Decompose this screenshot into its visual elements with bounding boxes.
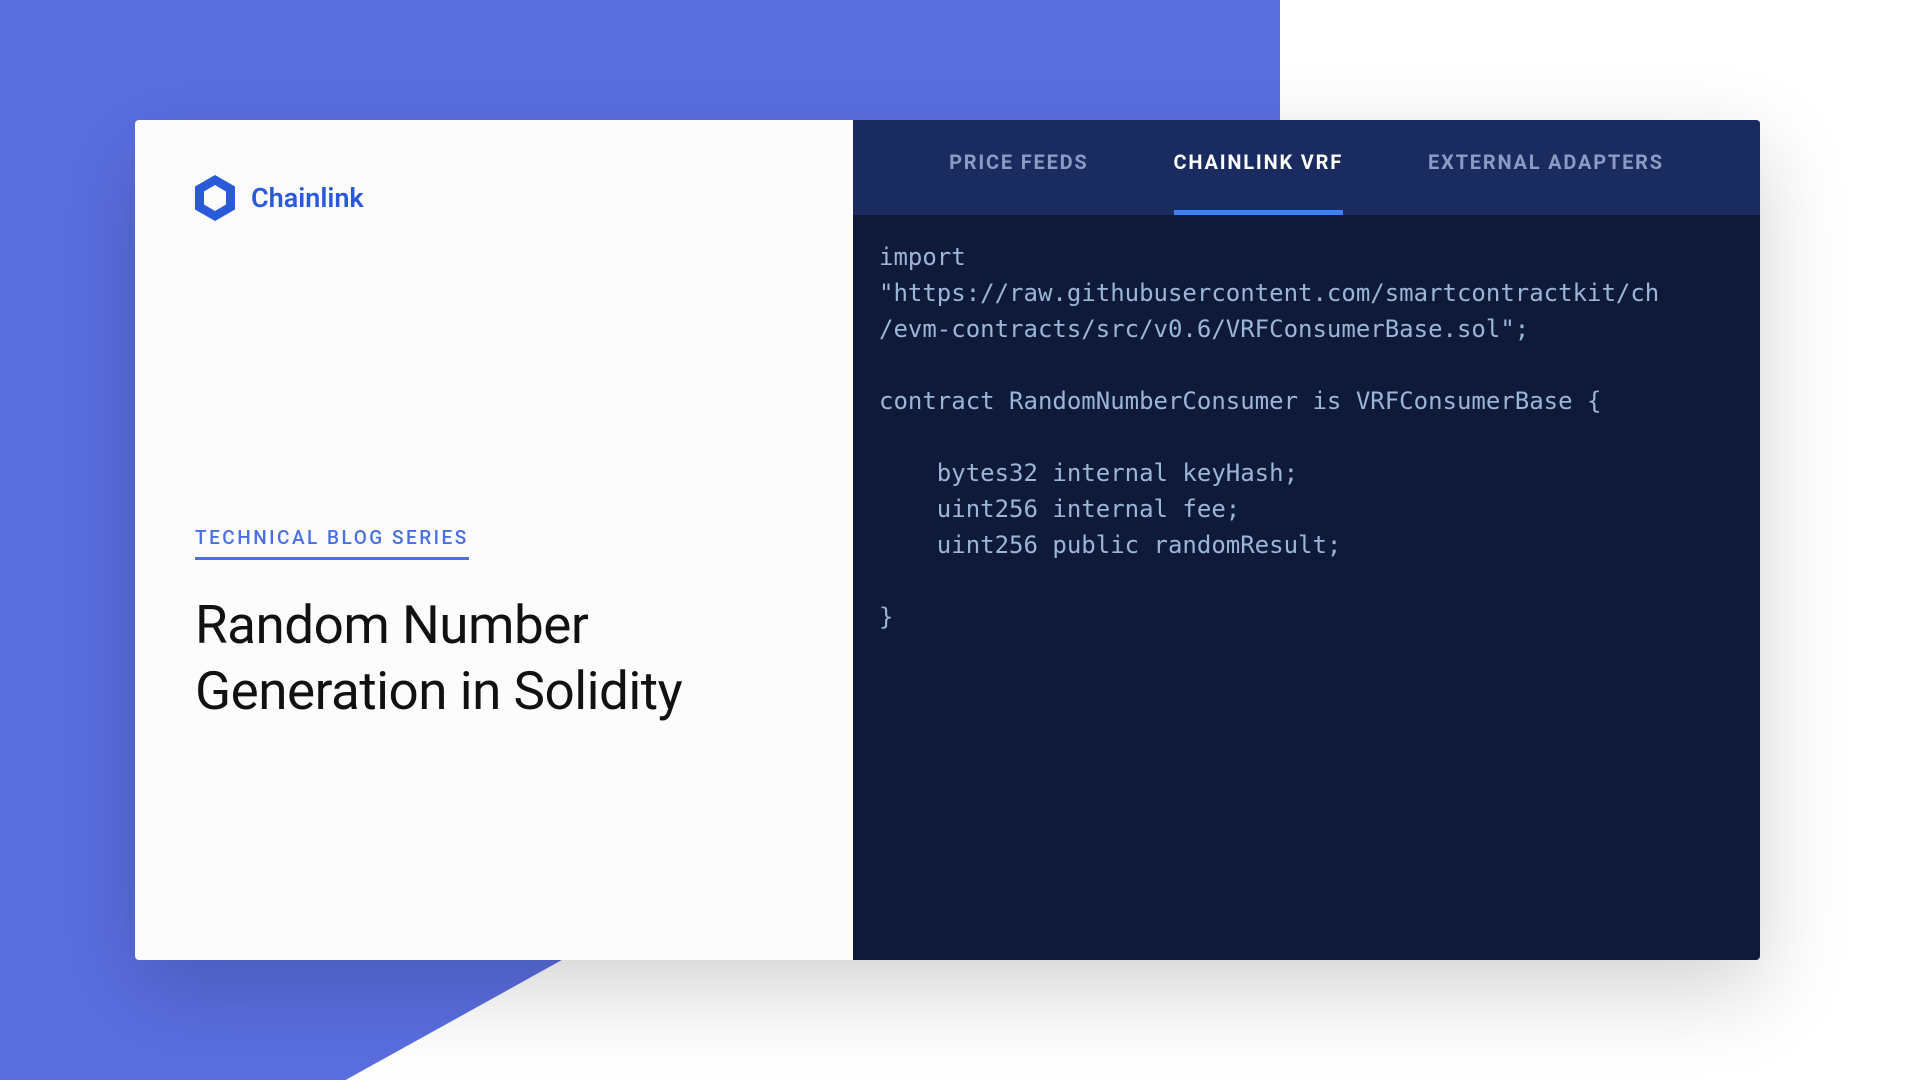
left-panel: Chainlink TECHNICAL BLOG SERIES Random N… xyxy=(135,120,853,960)
code-block: import "https://raw.githubusercontent.co… xyxy=(853,215,1760,960)
tab-price-feeds[interactable]: PRICE FEEDS xyxy=(949,150,1088,215)
code-line-7: bytes32 internal keyHash; xyxy=(879,459,1298,487)
title-line-1: Random Number xyxy=(195,594,588,656)
code-line-9: uint256 public randomResult; xyxy=(879,531,1341,559)
chainlink-hexagon-icon xyxy=(195,175,235,221)
brand-name: Chainlink xyxy=(251,182,364,214)
tab-bar: PRICE FEEDS CHAINLINK VRF EXTERNAL ADAPT… xyxy=(853,120,1760,215)
code-line-8: uint256 internal fee; xyxy=(879,495,1240,523)
tab-external-adapters[interactable]: EXTERNAL ADAPTERS xyxy=(1428,150,1664,215)
code-line-11: } xyxy=(879,603,893,631)
code-line-2: "https://raw.githubusercontent.com/smart… xyxy=(879,279,1659,307)
series-label: TECHNICAL BLOG SERIES xyxy=(195,526,469,560)
page-title: Random Number Generation in Solidity xyxy=(195,592,793,725)
code-panel: PRICE FEEDS CHAINLINK VRF EXTERNAL ADAPT… xyxy=(853,120,1760,960)
tab-chainlink-vrf[interactable]: CHAINLINK VRF xyxy=(1174,150,1344,215)
main-card: Chainlink TECHNICAL BLOG SERIES Random N… xyxy=(135,120,1760,960)
code-line-5: contract RandomNumberConsumer is VRFCons… xyxy=(879,387,1601,415)
code-line-3: /evm-contracts/src/v0.6/VRFConsumerBase.… xyxy=(879,315,1529,343)
title-line-2: Generation in Solidity xyxy=(195,660,682,722)
brand-logo: Chainlink xyxy=(195,175,793,221)
code-line-1: import xyxy=(879,243,966,271)
